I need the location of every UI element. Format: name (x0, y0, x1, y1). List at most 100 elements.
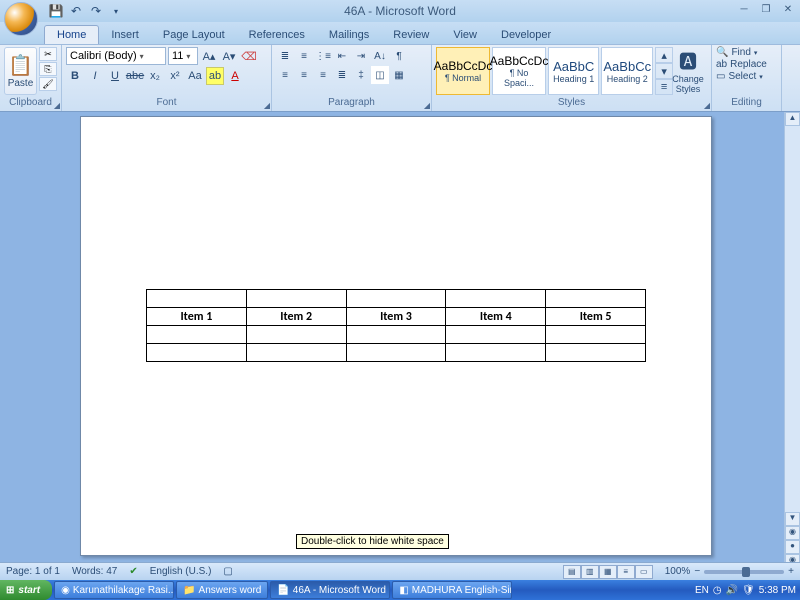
outline-view-button[interactable]: ≡ (617, 565, 635, 579)
tab-review[interactable]: Review (381, 26, 441, 44)
web-layout-view-button[interactable]: ▦ (599, 565, 617, 579)
font-color-button[interactable]: A (226, 67, 244, 85)
scroll-down-icon[interactable]: ▼ (785, 512, 800, 526)
find-button[interactable]: 🔍Find▾ (716, 47, 777, 58)
change-case-button[interactable]: Aa (186, 67, 204, 85)
clipboard-launcher-icon[interactable]: ◢ (54, 101, 60, 110)
grow-font-button[interactable]: A▴ (200, 47, 218, 65)
taskbar-item[interactable]: 📁Answers word (176, 581, 268, 599)
bold-button[interactable]: B (66, 67, 84, 85)
page[interactable]: Item 1 Item 2 Item 3 Item 4 Item 5 Doubl… (80, 116, 712, 556)
sort-button[interactable]: A↓ (371, 47, 389, 65)
tab-view[interactable]: View (441, 26, 489, 44)
tray-clock[interactable]: 5:38 PM (759, 585, 796, 596)
taskbar: ⊞ start ◉Karunathilakage Rasi... 📁Answer… (0, 580, 800, 600)
tab-developer[interactable]: Developer (489, 26, 563, 44)
status-words[interactable]: Words: 47 (72, 566, 117, 577)
select-icon: ▭ (716, 71, 725, 82)
numbering-button[interactable]: ≡ (295, 47, 313, 65)
justify-button[interactable]: ≣ (333, 66, 351, 84)
zoom-out-button[interactable]: − (694, 566, 700, 577)
zoom-control: 100% − + (665, 566, 794, 577)
style-heading2[interactable]: AaBbCc Heading 2 (601, 47, 653, 95)
tab-insert[interactable]: Insert (99, 26, 151, 44)
prev-page-icon[interactable]: ◉ (785, 526, 800, 540)
zoom-level[interactable]: 100% (665, 566, 691, 577)
scroll-up-icon[interactable]: ▲ (785, 112, 800, 126)
taskbar-item[interactable]: ◧MADHURA English-Sin... (392, 581, 512, 599)
subscript-button[interactable]: x₂ (146, 67, 164, 85)
group-label-styles: Styles (436, 97, 707, 109)
font-family-combo[interactable]: Calibri (Body)▾ (66, 47, 166, 65)
change-styles-button[interactable]: 🅰 Change Styles (669, 47, 707, 95)
proofing-icon[interactable]: ✔ (129, 566, 137, 577)
copy-button[interactable]: ⎘ (39, 62, 57, 76)
status-bar: Page: 1 of 1 Words: 47 ✔ English (U.S.) … (0, 562, 800, 580)
window-title: 46A - Microsoft Word (0, 0, 800, 22)
tab-mailings[interactable]: Mailings (317, 26, 381, 44)
tab-references[interactable]: References (237, 26, 317, 44)
macro-record-icon[interactable]: ▢ (223, 566, 232, 577)
browse-object-icon[interactable]: ● (785, 540, 800, 554)
style-normal[interactable]: AaBbCcDc ¶ Normal (436, 47, 490, 95)
align-left-button[interactable]: ≡ (276, 66, 294, 84)
document-table[interactable]: Item 1 Item 2 Item 3 Item 4 Item 5 (146, 289, 646, 362)
multilevel-button[interactable]: ⋮≡ (314, 47, 332, 65)
shrink-font-button[interactable]: A▾ (220, 47, 238, 65)
italic-button[interactable]: I (86, 67, 104, 85)
show-marks-button[interactable]: ¶ (390, 47, 408, 65)
print-layout-view-button[interactable]: ▤ (563, 565, 581, 579)
superscript-button[interactable]: x² (166, 67, 184, 85)
close-button[interactable]: ✕ (780, 2, 796, 16)
increase-indent-button[interactable]: ⇥ (352, 47, 370, 65)
zoom-slider[interactable] (704, 570, 784, 574)
tab-page-layout[interactable]: Page Layout (151, 26, 237, 44)
restore-button[interactable]: ❐ (758, 2, 774, 16)
tray-volume-icon[interactable]: 🔊 (726, 585, 738, 596)
status-language[interactable]: English (U.S.) (150, 566, 212, 577)
system-tray: EN ◷ 🔊 🛡 5:38 PM (691, 585, 800, 596)
clear-format-button[interactable]: ⌫ (240, 47, 258, 65)
align-center-button[interactable]: ≡ (295, 66, 313, 84)
paste-button[interactable]: 📋 Paste (4, 47, 37, 95)
align-right-button[interactable]: ≡ (314, 66, 332, 84)
borders-button[interactable]: ▦ (390, 66, 408, 84)
underline-button[interactable]: U (106, 67, 124, 85)
font-launcher-icon[interactable]: ◢ (264, 101, 270, 110)
minimize-button[interactable]: ─ (736, 2, 752, 16)
shading-button[interactable]: ◫ (371, 66, 389, 84)
zoom-in-button[interactable]: + (788, 566, 794, 577)
strike-button[interactable]: abe (126, 67, 144, 85)
draft-view-button[interactable]: ▭ (635, 565, 653, 579)
replace-icon: ab (716, 59, 727, 70)
styles-launcher-icon[interactable]: ◢ (704, 101, 710, 110)
style-no-spacing[interactable]: AaBbCcDc ¶ No Spaci... (492, 47, 546, 95)
bullets-button[interactable]: ≣ (276, 47, 294, 65)
tray-language[interactable]: EN (695, 585, 709, 596)
tray-shield-icon[interactable]: 🛡 (742, 585, 755, 596)
folder-icon: 📁 (183, 585, 195, 596)
font-size-combo[interactable]: 11▾ (168, 47, 198, 65)
tray-network-icon[interactable]: ◷ (713, 585, 722, 596)
taskbar-item[interactable]: ◉Karunathilakage Rasi... (54, 581, 174, 599)
select-button[interactable]: ▭Select▾ (716, 71, 777, 82)
taskbar-item[interactable]: 📄46A - Microsoft Word (270, 581, 390, 599)
full-screen-view-button[interactable]: ▥ (581, 565, 599, 579)
table-row (147, 344, 646, 362)
status-page[interactable]: Page: 1 of 1 (6, 566, 60, 577)
start-button[interactable]: ⊞ start (0, 580, 52, 600)
paragraph-launcher-icon[interactable]: ◢ (424, 101, 430, 110)
office-button[interactable] (4, 2, 38, 36)
vertical-scrollbar[interactable]: ▲ ▼ ◉ ● ◉ (784, 112, 800, 568)
windows-logo-icon: ⊞ (6, 585, 14, 596)
format-painter-button[interactable]: 🖌 (39, 77, 57, 91)
highlight-button[interactable]: ab (206, 67, 224, 85)
change-styles-icon: 🅰 (679, 48, 697, 74)
style-heading1[interactable]: AaBbC Heading 1 (548, 47, 599, 95)
replace-button[interactable]: abReplace (716, 59, 777, 70)
tab-home[interactable]: Home (44, 25, 99, 44)
decrease-indent-button[interactable]: ⇤ (333, 47, 351, 65)
table-row (147, 290, 646, 308)
cut-button[interactable]: ✂ (39, 47, 57, 61)
line-spacing-button[interactable]: ‡ (352, 66, 370, 84)
